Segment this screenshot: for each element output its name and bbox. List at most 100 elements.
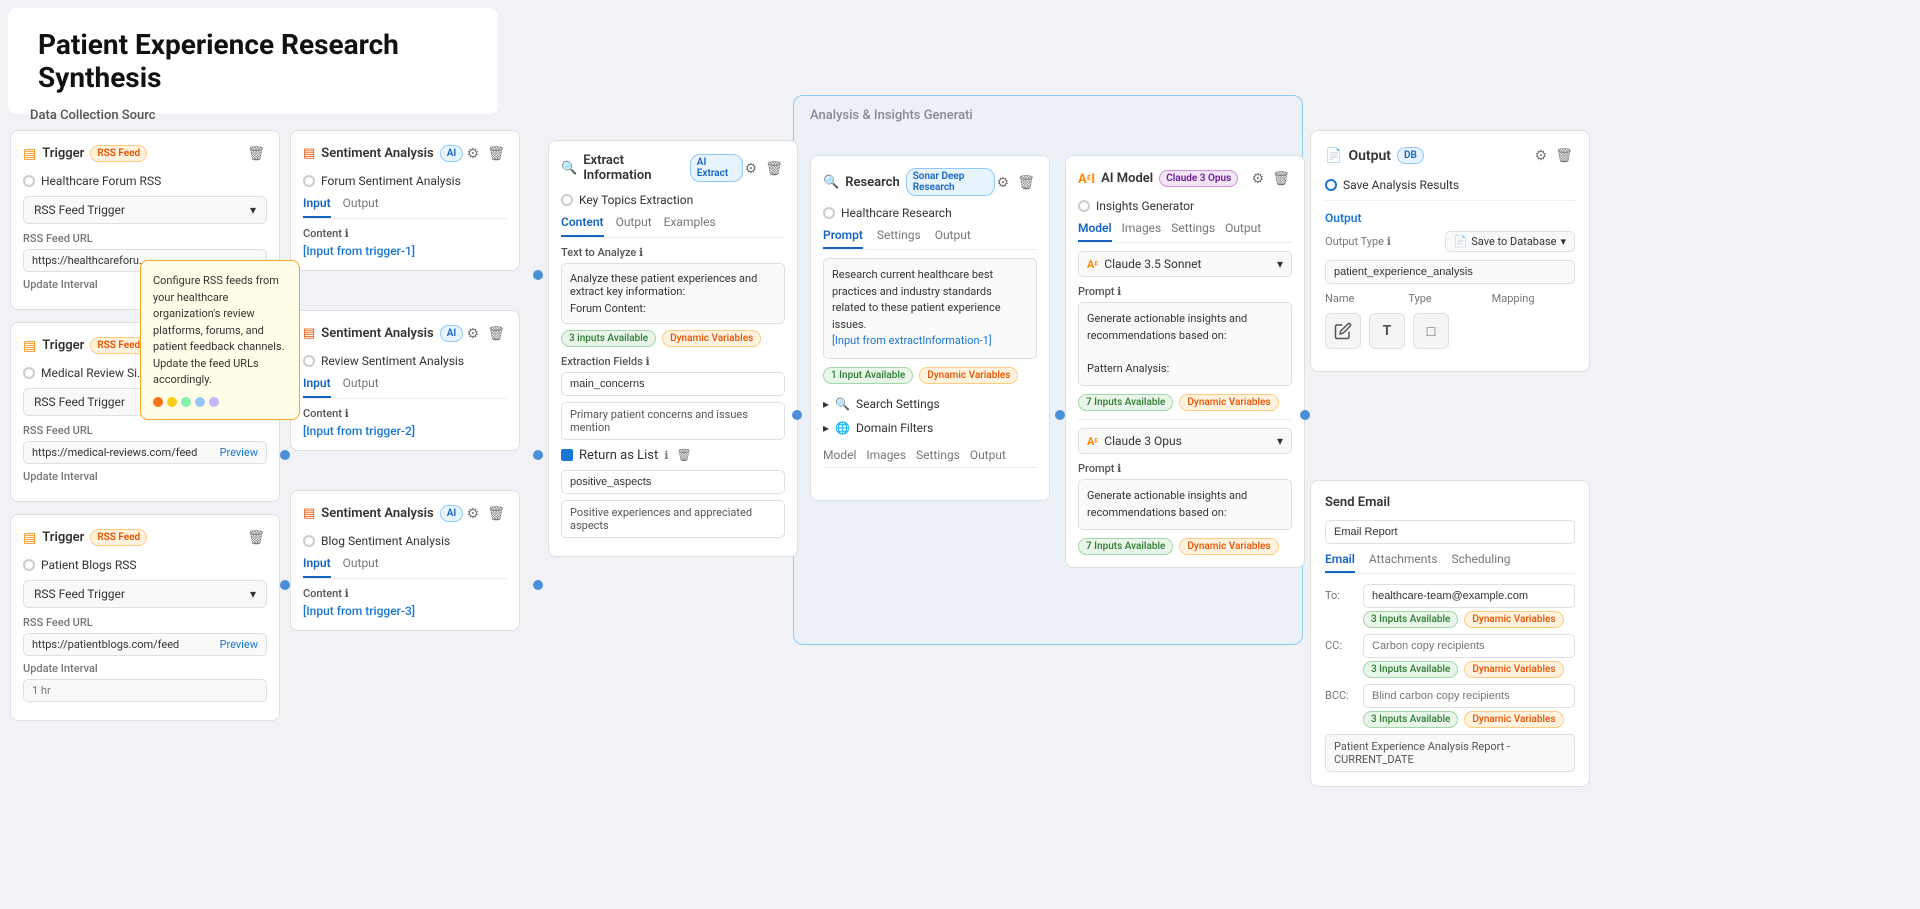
output-square-btn[interactable]: □ [1413,313,1449,349]
trigger-badge-rss-3: RSS Feed [90,529,147,546]
tab-output-extract[interactable]: Output [616,215,652,237]
page-title: Patient Experience Research Synthesis [38,28,468,94]
email-report-input[interactable] [1325,520,1575,544]
email-bcc-content: 3 Inputs Available Dynamic Variables [1363,684,1575,728]
tab-model-ai[interactable]: Model [1078,221,1112,242]
sentiment-delete-3[interactable]: 🗑 [485,503,507,524]
conn-dot-7 [792,410,802,420]
ai-model-radio-label: Insights Generator [1096,199,1194,213]
trigger-title-3: Trigger [42,530,84,545]
trigger-preview-3[interactable]: Preview [220,638,258,651]
checkbox-return-list[interactable] [561,449,573,461]
ai-model-settings[interactable]: ⚙ [1250,168,1267,189]
content-value-1: [Input from trigger-1] [303,244,507,258]
db-field-input[interactable] [1325,260,1575,284]
dot-4 [195,397,205,407]
trigger-url-label-1: RSS Feed URL [23,232,267,245]
output-type-select[interactable]: 📄 Save to Database [1445,231,1575,252]
dot-1 [153,397,163,407]
collapsible-search-settings[interactable]: 🔍 Search Settings [823,392,1037,416]
email-cc-dynamic: Dynamic Variables [1464,661,1563,678]
sentiment-delete-1[interactable]: 🗑 [485,143,507,164]
email-bcc-dynamic: Dynamic Variables [1464,711,1563,728]
tab-attachments[interactable]: Attachments [1369,552,1438,573]
research-card: 🔍 Research Sonar Deep Research ⚙ 🗑 Healt… [810,155,1050,501]
ai-model-inputs-badge: 7 Inputs Available [1078,394,1173,411]
trigger-delete-1[interactable]: 🗑 [245,143,267,164]
email-cc-input[interactable] [1363,634,1575,658]
rss-icon-2: ▤ [23,338,36,354]
output-text-btn[interactable]: T [1369,313,1405,349]
tab-input-3[interactable]: Input [303,556,331,578]
sentiment-settings-2[interactable]: ⚙ [465,323,482,344]
tab-output-1[interactable]: Output [343,196,379,218]
sentiment-card-2: ▤ Sentiment Analysis AI ⚙ 🗑 Review Senti… [290,310,520,451]
sentiment-radio-label-1: Forum Sentiment Analysis [321,174,461,188]
collapsible-domain-filters[interactable]: 🌐 Domain Filters [823,416,1037,440]
trigger-select-1[interactable]: RSS Feed Trigger [23,196,267,224]
field-name-2[interactable] [561,470,785,494]
ai-model-select-2[interactable]: Aᵋ Claude 3 Opus [1078,428,1292,454]
tab-scheduling[interactable]: Scheduling [1452,552,1511,573]
ai-model-dynamic-badge: Dynamic Variables [1179,394,1278,411]
ai-model-delete[interactable]: 🗑 [1270,168,1292,189]
list-delete-btn[interactable]: 🗑 [674,446,693,464]
sentiment-settings-1[interactable]: ⚙ [465,143,482,164]
tab-content-extract[interactable]: Content [561,215,604,237]
trigger-select-3[interactable]: RSS Feed Trigger [23,580,267,608]
tab-images-ai[interactable]: Images [1122,221,1162,242]
list-info-icon: ℹ [664,449,668,462]
ai-model-select[interactable]: Aᵋ Claude 3.5 Sonnet [1078,251,1292,277]
research-title: Research [845,175,900,190]
tab-input-1[interactable]: Input [303,196,331,218]
tab-output-research[interactable]: Output [935,228,971,249]
tab-input-2[interactable]: Input [303,376,331,398]
content-value-2: [Input from trigger-2] [303,424,507,438]
output-settings-btn[interactable]: ⚙ [1533,145,1550,166]
send-email-section: Send Email Email Attachments Scheduling … [1310,480,1590,787]
tab-images-research[interactable]: Images [866,448,906,467]
email-to-input[interactable] [1363,584,1575,608]
trigger-badge-rss-2: RSS Feed [90,337,147,354]
tab-output-3[interactable]: Output [343,556,379,578]
sentiment-radio-1: Forum Sentiment Analysis [303,174,507,188]
send-email-title-text: Send Email [1325,495,1390,510]
trigger-radio-3: Patient Blogs RSS [23,558,267,572]
field-name-1[interactable] [561,372,785,396]
tab-output-ai[interactable]: Output [1225,221,1261,242]
trigger-url-label-2: RSS Feed URL [23,424,267,437]
research-prompt-tabs: Prompt Settings Output [823,228,1037,250]
email-to-tags: 3 Inputs Available Dynamic Variables [1363,611,1575,628]
tab-settings-ai[interactable]: Settings [1171,221,1215,242]
tab-examples-extract[interactable]: Examples [664,215,716,237]
output-title-row: 📄 Output DB [1325,147,1424,164]
tab-settings-research[interactable]: Settings [877,228,921,249]
output-section-label: Output [1325,211,1575,225]
output-action-icons: T □ [1325,313,1575,357]
field-placeholder-1: Primary patient concerns and issues ment… [561,402,785,440]
research-delete[interactable]: 🗑 [1015,172,1037,193]
sentiment-tabs-1: Input Output [303,196,507,219]
search-settings-label: Search Settings [856,397,940,411]
tab-output-research2[interactable]: Output [970,448,1006,467]
sentiment-settings-3[interactable]: ⚙ [465,503,482,524]
trigger-url-label-3: RSS Feed URL [23,616,267,629]
extract-radio-dot [561,194,573,206]
output-delete-btn[interactable]: 🗑 [1553,145,1575,166]
tab-output-2[interactable]: Output [343,376,379,398]
conn-dot-4 [533,270,543,280]
email-bcc-input[interactable] [1363,684,1575,708]
output-edit-btn[interactable] [1325,313,1361,349]
radio-dot-1 [23,175,35,187]
extract-settings[interactable]: ⚙ [743,158,760,179]
sentiment-delete-2[interactable]: 🗑 [485,323,507,344]
tab-settings-research2[interactable]: Settings [916,448,960,467]
tab-email[interactable]: Email [1325,552,1355,573]
tab-model-research[interactable]: Model [823,448,856,467]
research-settings-btn[interactable]: ⚙ [995,172,1012,193]
trigger-preview-2[interactable]: Preview [220,446,258,459]
extract-delete[interactable]: 🗑 [763,158,785,179]
tooltip-box: Configure RSS feeds from your healthcare… [140,260,300,420]
tab-prompt-research[interactable]: Prompt [823,228,863,249]
trigger-delete-3[interactable]: 🗑 [245,527,267,548]
